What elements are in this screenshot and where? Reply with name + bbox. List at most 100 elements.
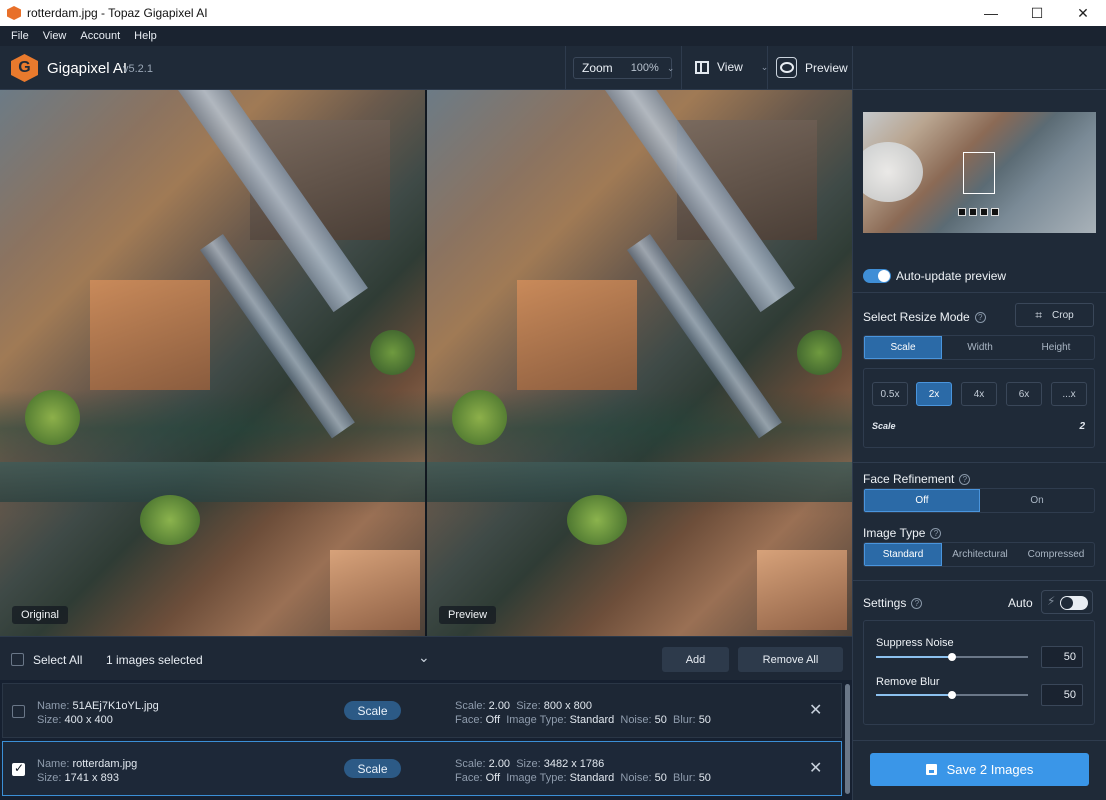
scale-label: Scale bbox=[872, 421, 896, 431]
auto-toggle[interactable] bbox=[1060, 596, 1088, 610]
resize-mode-label: Select Resize Mode? bbox=[863, 310, 986, 324]
image-type-standard[interactable]: Standard bbox=[864, 543, 942, 566]
menu-file[interactable]: File bbox=[4, 30, 36, 42]
menu-bar: File View Account Help bbox=[0, 26, 1106, 46]
scale-option-0-5x[interactable]: 0.5x bbox=[872, 382, 908, 406]
settings-label: Settings? bbox=[863, 596, 923, 610]
add-button[interactable]: Add bbox=[662, 647, 729, 672]
scale-options: 0.5x 2x 4x 6x ...x Scale 2 bbox=[863, 368, 1095, 448]
view-label: View bbox=[717, 60, 743, 74]
chevron-down-icon: ⌄ bbox=[666, 62, 675, 73]
settings-panel: Auto-update preview Select Resize Mode? … bbox=[852, 90, 1106, 800]
crop-button[interactable]: ⌗ Crop bbox=[1015, 303, 1094, 327]
list-item[interactable]: Name: 51AEj7K1oYL.jpg Size: 400 x 400 Sc… bbox=[2, 683, 842, 738]
chevron-down-icon[interactable]: ⌄ bbox=[418, 649, 430, 666]
row-model-settings: Face: Off Image Type: Standard Noise: 50… bbox=[455, 714, 711, 726]
save-label: Save 2 Images bbox=[946, 762, 1034, 777]
divider bbox=[853, 292, 1106, 293]
scale-option-6x[interactable]: 6x bbox=[1006, 382, 1042, 406]
preview-image bbox=[427, 90, 852, 636]
close-icon[interactable]: ✕ bbox=[809, 758, 822, 778]
row-checkbox[interactable] bbox=[12, 705, 25, 718]
original-viewport[interactable]: Original bbox=[0, 90, 425, 636]
window-title: rotterdam.jpg - Topaz Gigapixel AI bbox=[27, 6, 208, 20]
slider-handle[interactable] bbox=[948, 653, 956, 661]
slider-handle[interactable] bbox=[948, 691, 956, 699]
view-mode-dropdown[interactable]: View ⌄ bbox=[695, 60, 768, 74]
mode-badge: Scale bbox=[344, 759, 401, 778]
scale-value: 2 bbox=[1079, 421, 1085, 432]
preview-viewport[interactable]: Preview bbox=[427, 90, 852, 636]
divider bbox=[853, 462, 1106, 463]
menu-help[interactable]: Help bbox=[127, 30, 164, 42]
image-type-selector: Standard Architectural Compressed bbox=[863, 542, 1095, 567]
divider bbox=[853, 580, 1106, 581]
navigator-thumbnail[interactable] bbox=[863, 112, 1096, 233]
app-version: v5.2.1 bbox=[123, 63, 153, 75]
image-type-compressed[interactable]: Compressed bbox=[1018, 543, 1094, 566]
suppress-noise-input[interactable]: 50 bbox=[1041, 646, 1083, 668]
settings-sliders: Suppress Noise 50 Remove Blur 50 bbox=[863, 620, 1095, 725]
close-window-button[interactable]: ✕ bbox=[1060, 0, 1106, 26]
face-refinement-selector: Off On bbox=[863, 488, 1095, 513]
face-refinement-on[interactable]: On bbox=[980, 489, 1094, 512]
scale-option-4x[interactable]: 4x bbox=[961, 382, 997, 406]
row-size: Size: 400 x 400 bbox=[37, 714, 113, 726]
help-icon: ? bbox=[974, 312, 986, 323]
maximize-button[interactable]: ☐ bbox=[1014, 0, 1060, 26]
row-name: Name: 51AEj7K1oYL.jpg bbox=[37, 700, 159, 712]
header-divider bbox=[565, 46, 566, 90]
gigapixel-logo-icon: G bbox=[11, 54, 38, 82]
title-bar: rotterdam.jpg - Topaz Gigapixel AI — ☐ ✕ bbox=[0, 0, 1106, 26]
list-scrollbar[interactable] bbox=[845, 684, 850, 794]
logo-letter: G bbox=[18, 59, 31, 76]
select-all-label[interactable]: Select All bbox=[33, 653, 82, 667]
scale-option-custom[interactable]: ...x bbox=[1051, 382, 1087, 406]
save-images-button[interactable]: Save 2 Images bbox=[870, 753, 1089, 786]
remove-blur-input[interactable]: 50 bbox=[1041, 684, 1083, 706]
auto-settings-toggle[interactable]: ⚡ bbox=[1041, 590, 1093, 614]
zoom-value: 100% bbox=[630, 62, 659, 74]
resize-mode-scale[interactable]: Scale bbox=[864, 336, 942, 359]
row-size: Size: 1741 x 893 bbox=[37, 772, 119, 784]
row-output-settings: Scale: 2.00 Size: 3482 x 1786 bbox=[455, 758, 605, 770]
list-item[interactable]: Name: rotterdam.jpg Size: 1741 x 893 Sca… bbox=[2, 741, 842, 796]
resize-mode-width[interactable]: Width bbox=[942, 336, 1018, 359]
row-checkbox[interactable] bbox=[12, 761, 25, 776]
eye-icon bbox=[776, 57, 797, 78]
select-all-checkbox[interactable] bbox=[11, 653, 24, 666]
row-model-settings: Face: Off Image Type: Standard Noise: 50… bbox=[455, 772, 711, 784]
remove-blur-slider[interactable] bbox=[876, 691, 1028, 699]
navigator-viewport-frame[interactable] bbox=[963, 152, 995, 194]
header-divider bbox=[852, 46, 853, 90]
zoom-label: Zoom bbox=[582, 61, 613, 75]
suppress-noise-slider[interactable] bbox=[876, 653, 1028, 661]
remove-blur-label: Remove Blur bbox=[876, 676, 940, 688]
resize-mode-height[interactable]: Height bbox=[1018, 336, 1094, 359]
minimize-button[interactable]: — bbox=[968, 0, 1014, 26]
remove-all-button[interactable]: Remove All bbox=[738, 647, 843, 672]
scale-option-2x[interactable]: 2x bbox=[916, 382, 952, 406]
menu-view[interactable]: View bbox=[36, 30, 74, 42]
preview-label: Preview bbox=[805, 60, 848, 75]
row-name: Name: rotterdam.jpg bbox=[37, 758, 138, 770]
close-icon[interactable]: ✕ bbox=[809, 700, 822, 720]
auto-update-toggle[interactable] bbox=[863, 269, 891, 283]
header-divider bbox=[767, 46, 768, 90]
zoom-dropdown[interactable]: Zoom 100% ⌄ bbox=[573, 57, 675, 79]
image-type-architectural[interactable]: Architectural bbox=[942, 543, 1018, 566]
menu-account[interactable]: Account bbox=[73, 30, 127, 42]
auto-update-label: Auto-update preview bbox=[896, 269, 1007, 283]
lightning-icon: ⚡ bbox=[1047, 594, 1056, 608]
app-name: Gigapixel AI bbox=[47, 60, 128, 77]
face-refinement-off[interactable]: Off bbox=[864, 489, 980, 512]
app-header: G Gigapixel AI v5.2.1 Zoom 100% ⌄ View ⌄… bbox=[0, 46, 1106, 90]
selected-count: 1 images selected bbox=[106, 653, 203, 667]
mode-badge: Scale bbox=[344, 701, 401, 720]
help-icon: ? bbox=[911, 598, 923, 609]
app-icon bbox=[7, 6, 21, 20]
help-icon: ? bbox=[959, 474, 971, 485]
save-icon bbox=[925, 764, 937, 775]
preview-button[interactable]: Preview bbox=[776, 57, 848, 78]
crop-icon: ⌗ bbox=[1035, 307, 1043, 322]
